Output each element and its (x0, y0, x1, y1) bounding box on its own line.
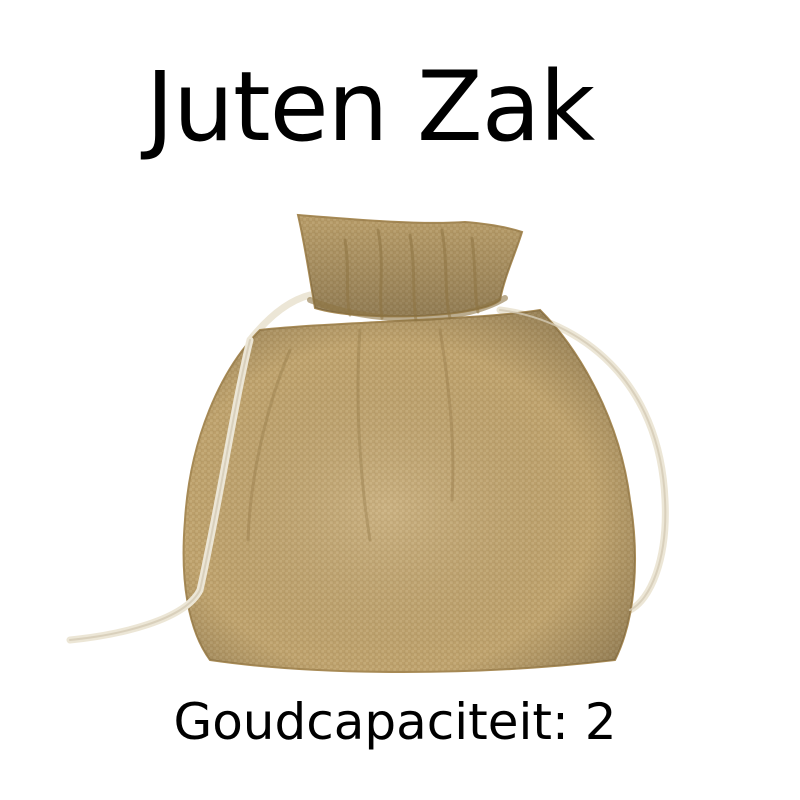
jute-drawstring-bag-icon (66, 213, 669, 673)
jute-bag-illustration (60, 200, 700, 690)
item-title: Juten Zak (145, 51, 595, 163)
gold-capacity-stat: Goudcapaciteit: 2 (173, 693, 617, 751)
item-card: Juten Zak Goudcapaciteit: 2 (0, 0, 800, 800)
